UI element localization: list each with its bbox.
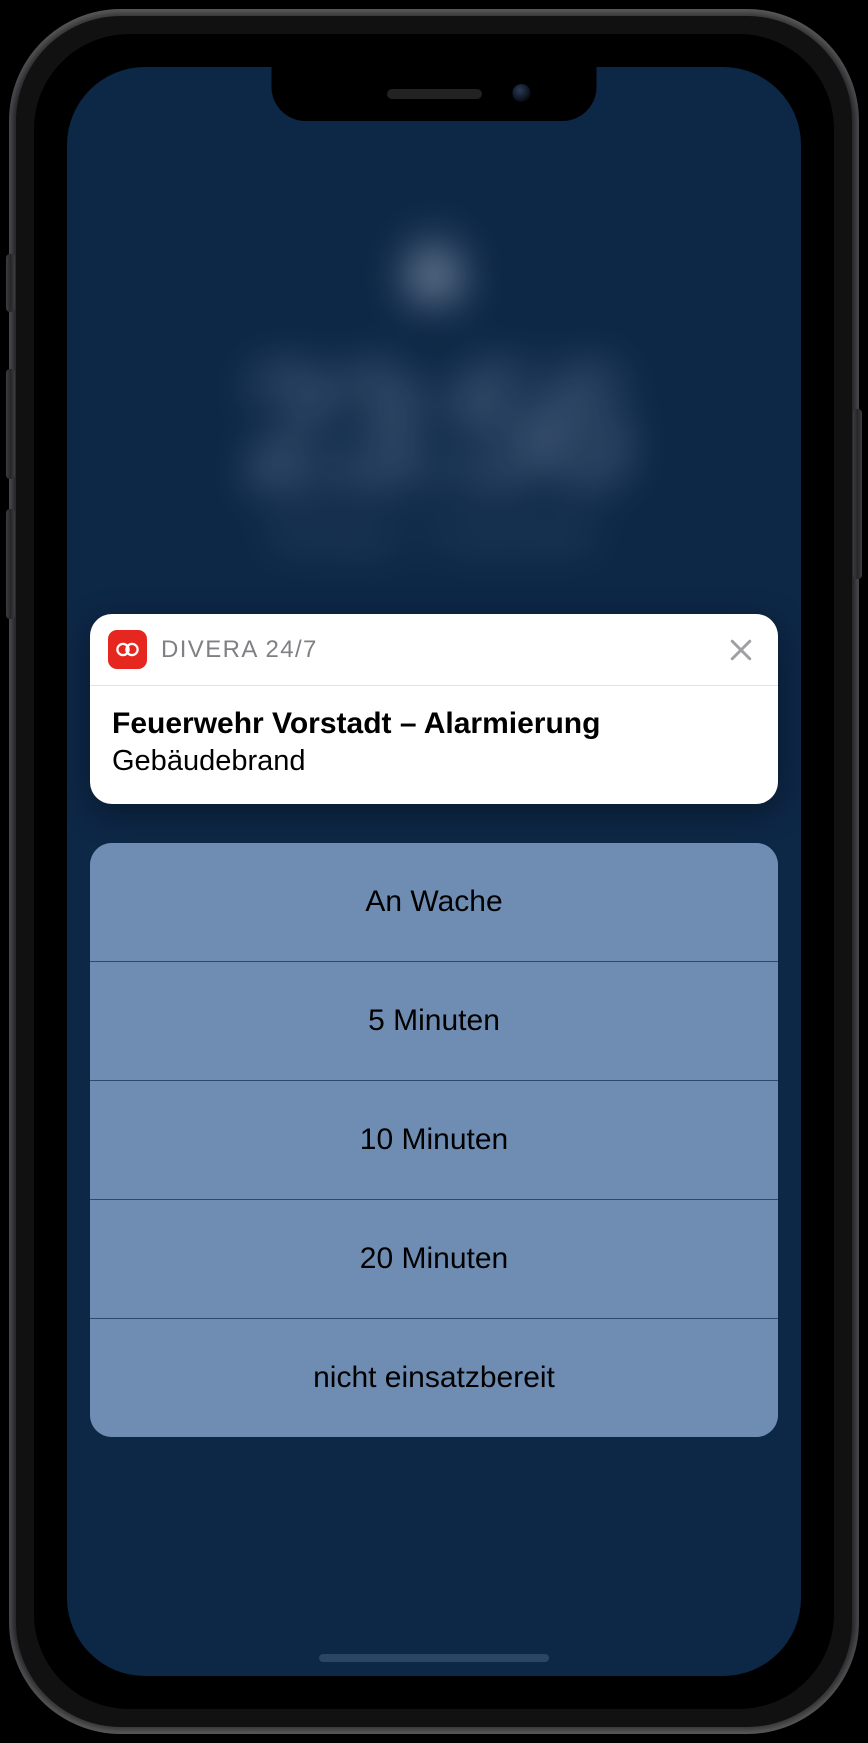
home-indicator[interactable] <box>319 1654 549 1662</box>
volume-down-button[interactable] <box>6 509 15 619</box>
action-20-minuten[interactable]: 20 Minuten <box>90 1199 778 1318</box>
phone-frame: 23:56 Montag, 7. Dezember <box>9 9 859 1734</box>
volume-up-button[interactable] <box>6 369 15 479</box>
action-nicht-einsatzbereit[interactable]: nicht einsatzbereit <box>90 1318 778 1437</box>
action-label: An Wache <box>365 885 502 919</box>
action-10-minuten[interactable]: 10 Minuten <box>90 1080 778 1199</box>
action-label: 5 Minuten <box>368 1004 500 1038</box>
app-name: DIVERA 24/7 <box>161 636 318 664</box>
notification-title: Feuerwehr Vorstadt – Alarmierung <box>112 706 756 743</box>
action-an-wache[interactable]: An Wache <box>90 843 778 961</box>
close-button[interactable] <box>726 635 756 665</box>
app-icon <box>108 630 147 669</box>
action-label: 10 Minuten <box>360 1123 508 1157</box>
notification-subtitle: Gebäudebrand <box>112 745 756 778</box>
notification-card[interactable]: DIVERA 24/7 Feuerwehr Vorstadt – Alarmie… <box>90 614 778 804</box>
front-camera <box>512 84 530 102</box>
screen: 23:56 Montag, 7. Dezember <box>67 67 801 1676</box>
mute-switch[interactable] <box>6 254 15 312</box>
notification-body: Feuerwehr Vorstadt – Alarmierung Gebäude… <box>90 686 778 804</box>
notch <box>272 67 597 121</box>
notification-header: DIVERA 24/7 <box>90 614 778 685</box>
earpiece-speaker <box>387 89 482 99</box>
notification-actions: An Wache 5 Minuten 10 Minuten 20 Minuten… <box>90 843 778 1437</box>
action-5-minuten[interactable]: 5 Minuten <box>90 961 778 1080</box>
action-label: nicht einsatzbereit <box>313 1361 555 1395</box>
action-label: 20 Minuten <box>360 1242 508 1276</box>
power-button[interactable] <box>853 409 862 579</box>
